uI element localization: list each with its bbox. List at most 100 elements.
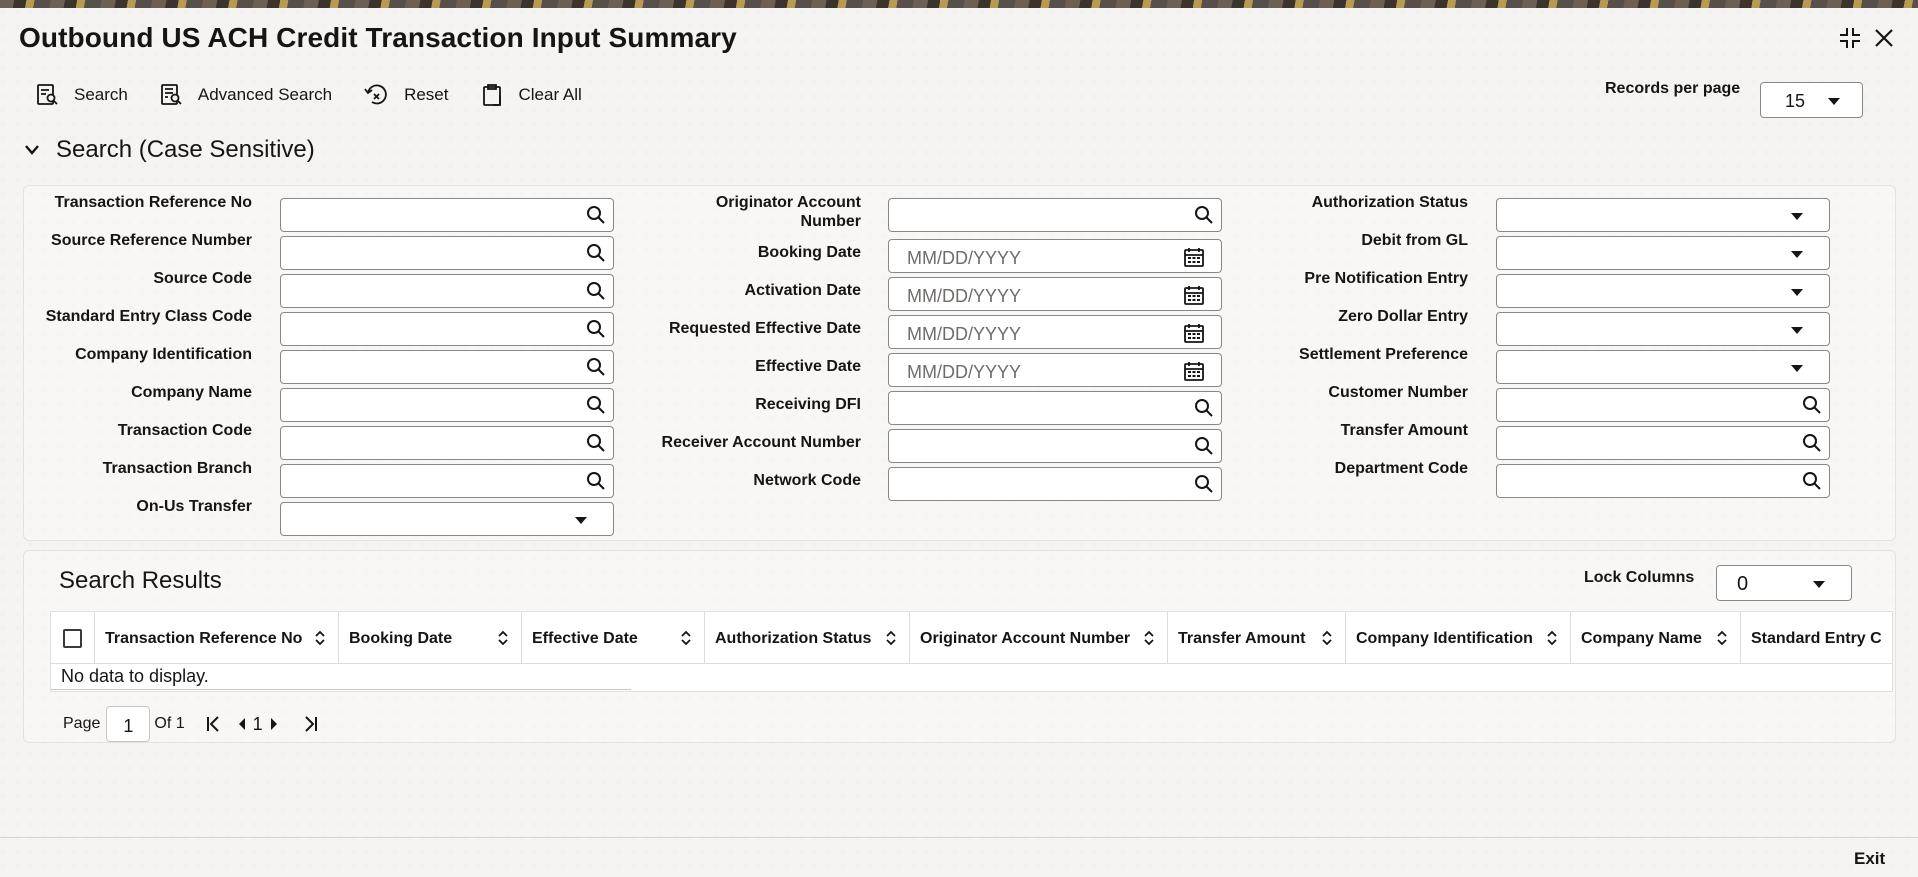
transaction-reference-no-input[interactable] — [280, 198, 614, 232]
sort-icon[interactable] — [1321, 629, 1333, 647]
search-icon[interactable] — [1194, 436, 1214, 456]
receiver-account-number-input[interactable] — [888, 429, 1222, 463]
label-zero-dollar-entry: Zero Dollar Entry — [1338, 308, 1468, 325]
calendar-icon[interactable] — [1183, 246, 1205, 268]
next-page-icon[interactable] — [269, 717, 279, 731]
column-header-originator-account-number[interactable]: Originator Account Number — [910, 612, 1168, 664]
label-originator-account-line1: Originator Account — [715, 194, 861, 211]
debit-from-gl-select[interactable] — [1496, 236, 1830, 270]
records-per-page-value: 15 — [1785, 91, 1806, 111]
sort-icon[interactable] — [314, 629, 326, 647]
search-icon[interactable] — [1194, 474, 1214, 494]
zero-dollar-entry-select[interactable] — [1496, 312, 1830, 346]
search-icon[interactable] — [1802, 433, 1822, 453]
lock-columns-value: 0 — [1737, 573, 1749, 595]
calendar-icon[interactable] — [1183, 322, 1205, 344]
first-page-icon[interactable] — [205, 715, 223, 733]
standard-entry-class-code-input[interactable] — [280, 312, 614, 346]
column-header-booking-date[interactable]: Booking Date — [339, 612, 522, 664]
search-icon[interactable] — [586, 205, 606, 225]
previous-page-icon[interactable] — [237, 717, 247, 731]
column-header-transaction-reference-no[interactable]: Transaction Reference No — [95, 612, 339, 664]
page-number-input[interactable]: 1 — [106, 706, 151, 742]
booking-date-input[interactable]: MM/DD/YYYY — [888, 239, 1222, 273]
lock-columns-label: Lock Columns — [1584, 569, 1695, 586]
chevron-down-icon — [1791, 365, 1803, 372]
transaction-branch-input[interactable] — [280, 464, 614, 498]
customer-number-input[interactable] — [1496, 388, 1830, 422]
last-page-icon[interactable] — [301, 715, 319, 733]
activation-date-placeholder: MM/DD/YYYY — [907, 286, 1022, 306]
sort-icon[interactable] — [885, 629, 897, 647]
search-icon[interactable] — [586, 319, 606, 339]
settlement-preference-select[interactable] — [1496, 350, 1830, 384]
label-settlement-preference: Settlement Preference — [1299, 346, 1468, 363]
on-us-transfer-select[interactable] — [280, 502, 614, 536]
calendar-icon[interactable] — [1183, 284, 1205, 306]
network-code-input[interactable] — [888, 467, 1222, 501]
column-label: Company Identification — [1356, 630, 1533, 647]
column-header-company-identification[interactable]: Company Identification — [1346, 612, 1571, 664]
clear-all-label: Clear All — [518, 85, 582, 104]
source-reference-number-input[interactable] — [280, 236, 614, 270]
sort-icon[interactable] — [1143, 629, 1155, 647]
page-title: Outbound US ACH Credit Transaction Input… — [19, 22, 737, 53]
clear-all-button[interactable]: Clear All — [481, 83, 582, 107]
effective-date-input[interactable]: MM/DD/YYYY — [888, 353, 1222, 387]
column-header-authorization-status[interactable]: Authorization Status — [705, 612, 910, 664]
source-code-input[interactable] — [280, 274, 614, 308]
close-icon[interactable] — [1870, 24, 1898, 52]
company-name-input[interactable] — [280, 388, 614, 422]
pre-notification-entry-select[interactable] — [1496, 274, 1830, 308]
transaction-code-input[interactable] — [280, 426, 614, 460]
reset-button[interactable]: Reset — [364, 83, 449, 107]
search-icon[interactable] — [1802, 471, 1822, 491]
authorization-status-select[interactable] — [1496, 198, 1830, 232]
search-icon[interactable] — [586, 395, 606, 415]
search-doc-icon — [37, 84, 58, 105]
search-icon[interactable] — [586, 243, 606, 263]
search-icon[interactable] — [586, 281, 606, 301]
lock-columns-select[interactable]: 0 — [1716, 565, 1852, 601]
search-icon[interactable] — [1194, 205, 1214, 225]
sort-icon[interactable] — [1546, 629, 1558, 647]
department-code-input[interactable] — [1496, 464, 1830, 498]
requested-effective-date-input[interactable]: MM/DD/YYYY — [888, 315, 1222, 349]
select-all-checkbox[interactable] — [63, 629, 82, 648]
advanced-search-button[interactable]: Advanced Search — [160, 83, 332, 107]
search-icon[interactable] — [586, 433, 606, 453]
originator-account-number-input[interactable] — [888, 198, 1222, 232]
column-header-transfer-amount[interactable]: Transfer Amount — [1168, 612, 1346, 664]
chevron-down-icon — [1813, 581, 1825, 588]
label-receiver-account-number: Receiver Account Number — [661, 434, 861, 451]
column-label: Standard Entry C — [1751, 630, 1882, 647]
records-per-page-label: Records per page — [1605, 80, 1741, 97]
search-icon[interactable] — [1194, 398, 1214, 418]
label-transaction-code: Transaction Code — [117, 422, 252, 439]
calendar-icon[interactable] — [1183, 360, 1205, 382]
label-source-code: Source Code — [153, 270, 252, 287]
search-icon[interactable] — [1802, 395, 1822, 415]
column-header-standard-entry-class[interactable]: Standard Entry C — [1741, 612, 1892, 664]
column-header-company-name[interactable]: Company Name — [1571, 612, 1741, 664]
maximize-icon[interactable] — [1836, 24, 1864, 52]
transfer-amount-input[interactable] — [1496, 426, 1830, 460]
search-icon[interactable] — [586, 471, 606, 491]
results-table: Transaction Reference No Booking Date Ef… — [50, 611, 1893, 692]
search-button[interactable]: Search — [36, 83, 128, 107]
search-section-title: Search (Case Sensitive) — [56, 136, 315, 163]
column-header-effective-date[interactable]: Effective Date — [522, 612, 705, 664]
table-header: Transaction Reference No Booking Date Ef… — [51, 612, 1892, 664]
sort-icon[interactable] — [1716, 629, 1728, 647]
receiving-dfi-input[interactable] — [888, 391, 1222, 425]
exit-button[interactable]: Exit — [1854, 849, 1885, 869]
records-per-page-select[interactable]: 15 — [1760, 82, 1863, 118]
search-section-toggle[interactable]: Search (Case Sensitive) — [24, 136, 315, 164]
chevron-down-icon — [1791, 213, 1803, 220]
label-originator-account-number: Originator Account Number — [620, 193, 861, 231]
sort-icon[interactable] — [680, 629, 692, 647]
search-icon[interactable] — [586, 357, 606, 377]
activation-date-input[interactable]: MM/DD/YYYY — [888, 277, 1222, 311]
company-identification-input[interactable] — [280, 350, 614, 384]
sort-icon[interactable] — [497, 629, 509, 647]
